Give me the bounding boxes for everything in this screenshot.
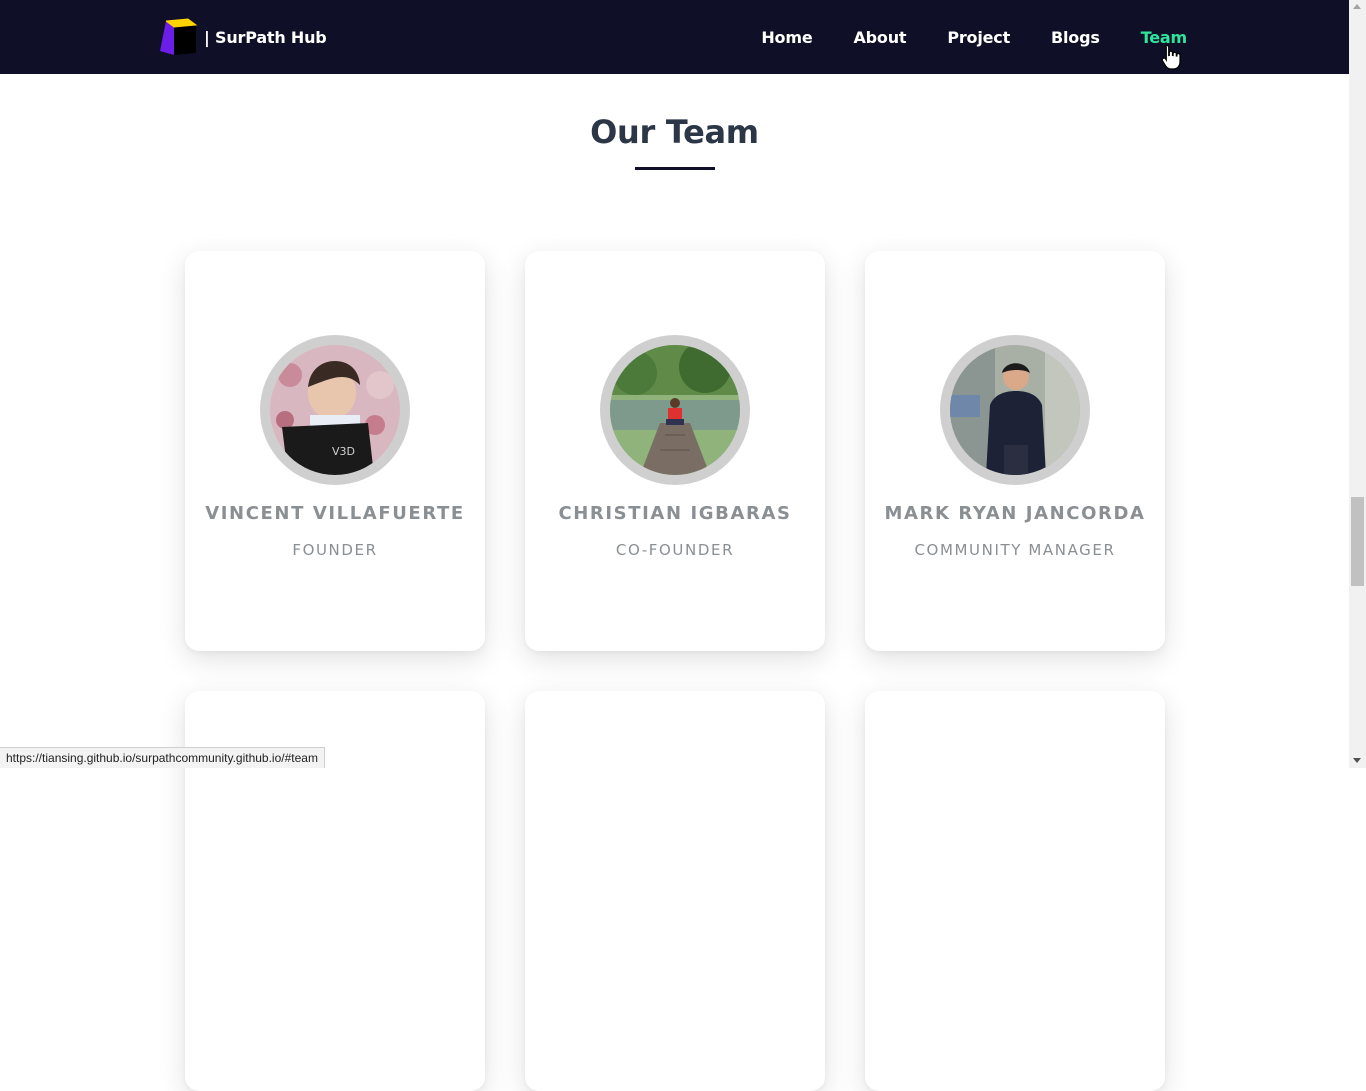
team-card: [525, 691, 825, 1091]
brand-name: | SurPath Hub: [204, 27, 327, 47]
status-bar-url: https://tiansing.github.io/surpathcommun…: [0, 747, 325, 768]
team-card: [865, 691, 1165, 1091]
member-name: MARK RYAN JANCORDA: [884, 503, 1146, 524]
avatar-photo-3: [950, 345, 1080, 475]
avatar: [600, 335, 750, 485]
nav-link-project[interactable]: Project: [947, 28, 1010, 47]
avatar-photo-1: V3D: [270, 345, 400, 475]
member-role: CO-FOUNDER: [615, 541, 735, 559]
nav-link-blogs[interactable]: Blogs: [1051, 28, 1100, 47]
section-title: Our Team: [590, 113, 759, 151]
avatar-photo-2: [610, 345, 740, 475]
title-underline-divider: [635, 167, 715, 170]
top-navbar: | SurPath Hub Home About Project Blogs T…: [0, 0, 1349, 74]
avatar: V3D: [260, 335, 410, 485]
team-card: CHRISTIAN IGBARAS CO-FOUNDER: [525, 251, 825, 651]
member-name: VINCENT VILLAFUERTE: [205, 503, 465, 524]
cube-logo-icon: [158, 17, 198, 57]
member-name: CHRISTIAN IGBARAS: [558, 503, 792, 524]
member-role: FOUNDER: [292, 541, 378, 559]
brand-logo-link[interactable]: | SurPath Hub: [158, 17, 327, 57]
scroll-down-arrow-icon[interactable]: [1353, 758, 1361, 763]
scroll-up-arrow-icon[interactable]: [1353, 4, 1361, 9]
svg-text:V3D: V3D: [332, 445, 355, 458]
member-role: COMMUNITY MANAGER: [914, 541, 1116, 559]
page-scrollbar[interactable]: [1349, 0, 1366, 768]
scrollbar-thumb[interactable]: [1351, 497, 1364, 586]
avatar: [940, 335, 1090, 485]
team-card: V3D VINCENT VILLAFUERTE FOUNDER: [185, 251, 485, 651]
team-card: MARK RYAN JANCORDA COMMUNITY MANAGER: [865, 251, 1165, 651]
main-nav: Home About Project Blogs Team: [720, 0, 1187, 74]
nav-link-about[interactable]: About: [853, 28, 906, 47]
nav-link-home[interactable]: Home: [761, 28, 812, 47]
hand-cursor-icon: [1161, 44, 1181, 70]
